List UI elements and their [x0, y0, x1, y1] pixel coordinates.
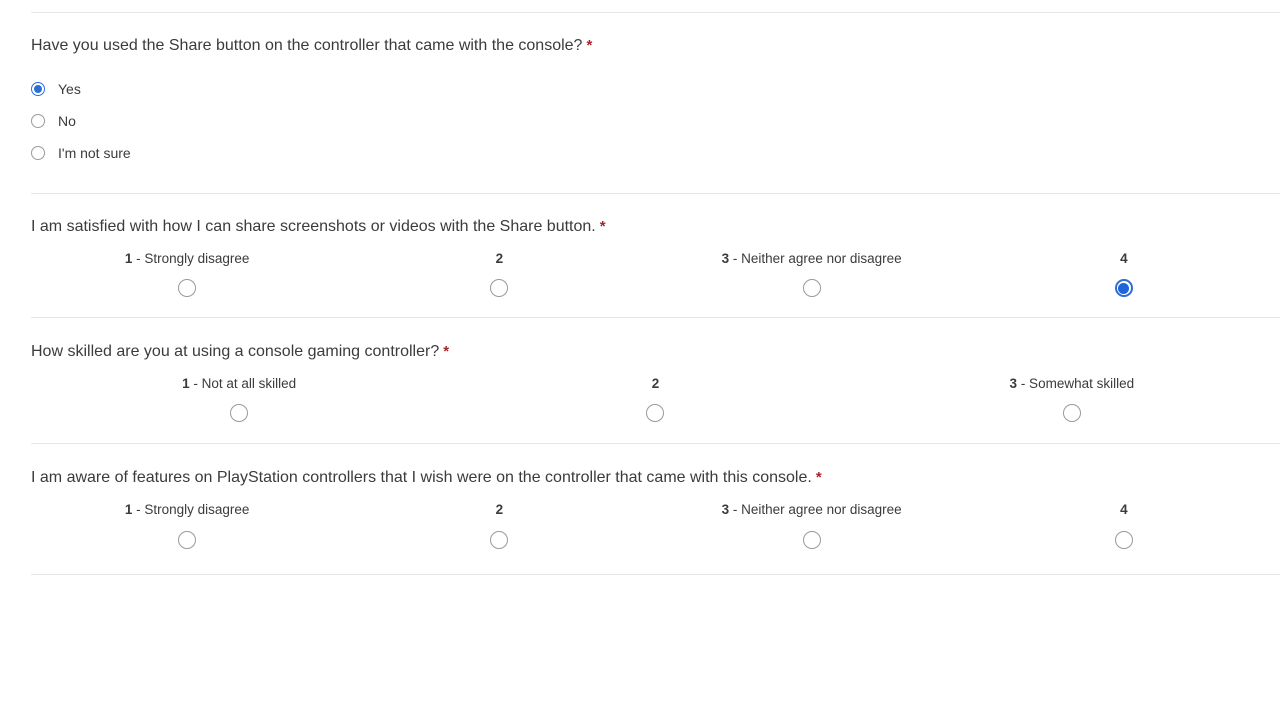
choice-option-not-sure[interactable]: I'm not sure: [31, 137, 1280, 169]
survey-form: Have you used the Share button on the co…: [0, 0, 1280, 720]
radio-icon[interactable]: [31, 114, 45, 128]
likert-caption: 2: [652, 377, 660, 391]
divider-after-q4: [31, 574, 1280, 575]
choice-option-yes[interactable]: Yes: [31, 73, 1280, 105]
radio-icon[interactable]: [646, 404, 664, 422]
radio-icon[interactable]: [1115, 279, 1133, 297]
likert-option-1[interactable]: 1 - Not at all skilled: [31, 377, 447, 423]
likert-number: 3: [1010, 376, 1018, 391]
top-spacer: [0, 0, 1280, 12]
likert-number: 4: [1120, 502, 1128, 517]
likert-option-4[interactable]: 4: [968, 252, 1280, 298]
likert-option-3[interactable]: 3 - Somewhat skilled: [864, 377, 1280, 423]
required-asterisk: *: [586, 37, 592, 54]
likert-option-1[interactable]: 1 - Strongly disagree: [31, 503, 343, 549]
radio-icon[interactable]: [803, 279, 821, 297]
choice-label: Yes: [58, 81, 81, 97]
likert-caption: 4: [1120, 252, 1128, 266]
likert-option-2[interactable]: 2: [447, 377, 863, 423]
likert-group: 1 - Strongly disagree 2 3 - Neither agre…: [31, 252, 1280, 298]
likert-caption: 3 - Somewhat skilled: [1010, 377, 1135, 391]
radio-icon[interactable]: [230, 404, 248, 422]
likert-group: 1 - Not at all skilled 2 3 - Somewhat sk…: [31, 377, 1280, 423]
choice-option-no[interactable]: No: [31, 105, 1280, 137]
required-asterisk: *: [600, 218, 606, 235]
likert-number: 1: [182, 376, 190, 391]
radio-icon[interactable]: [490, 279, 508, 297]
question-title: I am aware of features on PlayStation co…: [31, 468, 1280, 489]
choice-label: No: [58, 113, 76, 129]
likert-number: 3: [722, 251, 730, 266]
radio-icon[interactable]: [803, 531, 821, 549]
likert-caption: 1 - Strongly disagree: [125, 252, 250, 266]
likert-group: 1 - Strongly disagree 2 3 - Neither agre…: [31, 503, 1280, 549]
question-title: I am satisfied with how I can share scre…: [31, 217, 1280, 238]
radio-icon[interactable]: [490, 531, 508, 549]
likert-option-4[interactable]: 4: [968, 503, 1280, 549]
radio-icon[interactable]: [31, 82, 45, 96]
likert-description: - Neither agree nor disagree: [733, 251, 902, 266]
likert-number: 2: [652, 376, 660, 391]
likert-description: - Strongly disagree: [136, 251, 249, 266]
likert-option-3[interactable]: 3 - Neither agree nor disagree: [656, 252, 968, 298]
likert-caption: 3 - Neither agree nor disagree: [722, 252, 902, 266]
question-title: How skilled are you at using a console g…: [31, 342, 1280, 363]
question-playstation-features-awareness: I am aware of features on PlayStation co…: [0, 444, 1280, 573]
likert-number: 4: [1120, 251, 1128, 266]
likert-caption: 1 - Strongly disagree: [125, 503, 250, 517]
likert-option-3[interactable]: 3 - Neither agree nor disagree: [656, 503, 968, 549]
question-text: How skilled are you at using a console g…: [31, 343, 439, 360]
likert-number: 2: [496, 502, 504, 517]
question-text: I am satisfied with how I can share scre…: [31, 218, 596, 235]
likert-number: 1: [125, 502, 133, 517]
question-text: I am aware of features on PlayStation co…: [31, 469, 812, 486]
likert-description: - Neither agree nor disagree: [733, 502, 902, 517]
likert-option-1[interactable]: 1 - Strongly disagree: [31, 252, 343, 298]
radio-icon[interactable]: [178, 279, 196, 297]
question-satisfied-share-button: I am satisfied with how I can share scre…: [0, 194, 1280, 317]
required-asterisk: *: [816, 469, 822, 486]
likert-number: 1: [125, 251, 133, 266]
question-text: Have you used the Share button on the co…: [31, 37, 582, 54]
likert-number: 3: [722, 502, 730, 517]
choice-group: Yes No I'm not sure: [31, 73, 1280, 169]
likert-caption: 1 - Not at all skilled: [182, 377, 296, 391]
radio-icon[interactable]: [31, 146, 45, 160]
likert-number: 2: [496, 251, 504, 266]
question-controller-skill: How skilled are you at using a console g…: [0, 318, 1280, 443]
required-asterisk: *: [443, 343, 449, 360]
likert-option-2[interactable]: 2: [343, 503, 655, 549]
likert-caption: 2: [496, 252, 504, 266]
radio-icon[interactable]: [1063, 404, 1081, 422]
likert-option-2[interactable]: 2: [343, 252, 655, 298]
radio-icon[interactable]: [178, 531, 196, 549]
question-title: Have you used the Share button on the co…: [31, 36, 1280, 57]
radio-icon[interactable]: [1115, 531, 1133, 549]
choice-label: I'm not sure: [58, 145, 131, 161]
likert-description: - Not at all skilled: [193, 376, 296, 391]
likert-caption: 3 - Neither agree nor disagree: [722, 503, 902, 517]
likert-caption: 4: [1120, 503, 1128, 517]
likert-caption: 2: [496, 503, 504, 517]
likert-description: - Strongly disagree: [136, 502, 249, 517]
question-share-button-used: Have you used the Share button on the co…: [0, 13, 1280, 193]
likert-description: - Somewhat skilled: [1021, 376, 1134, 391]
